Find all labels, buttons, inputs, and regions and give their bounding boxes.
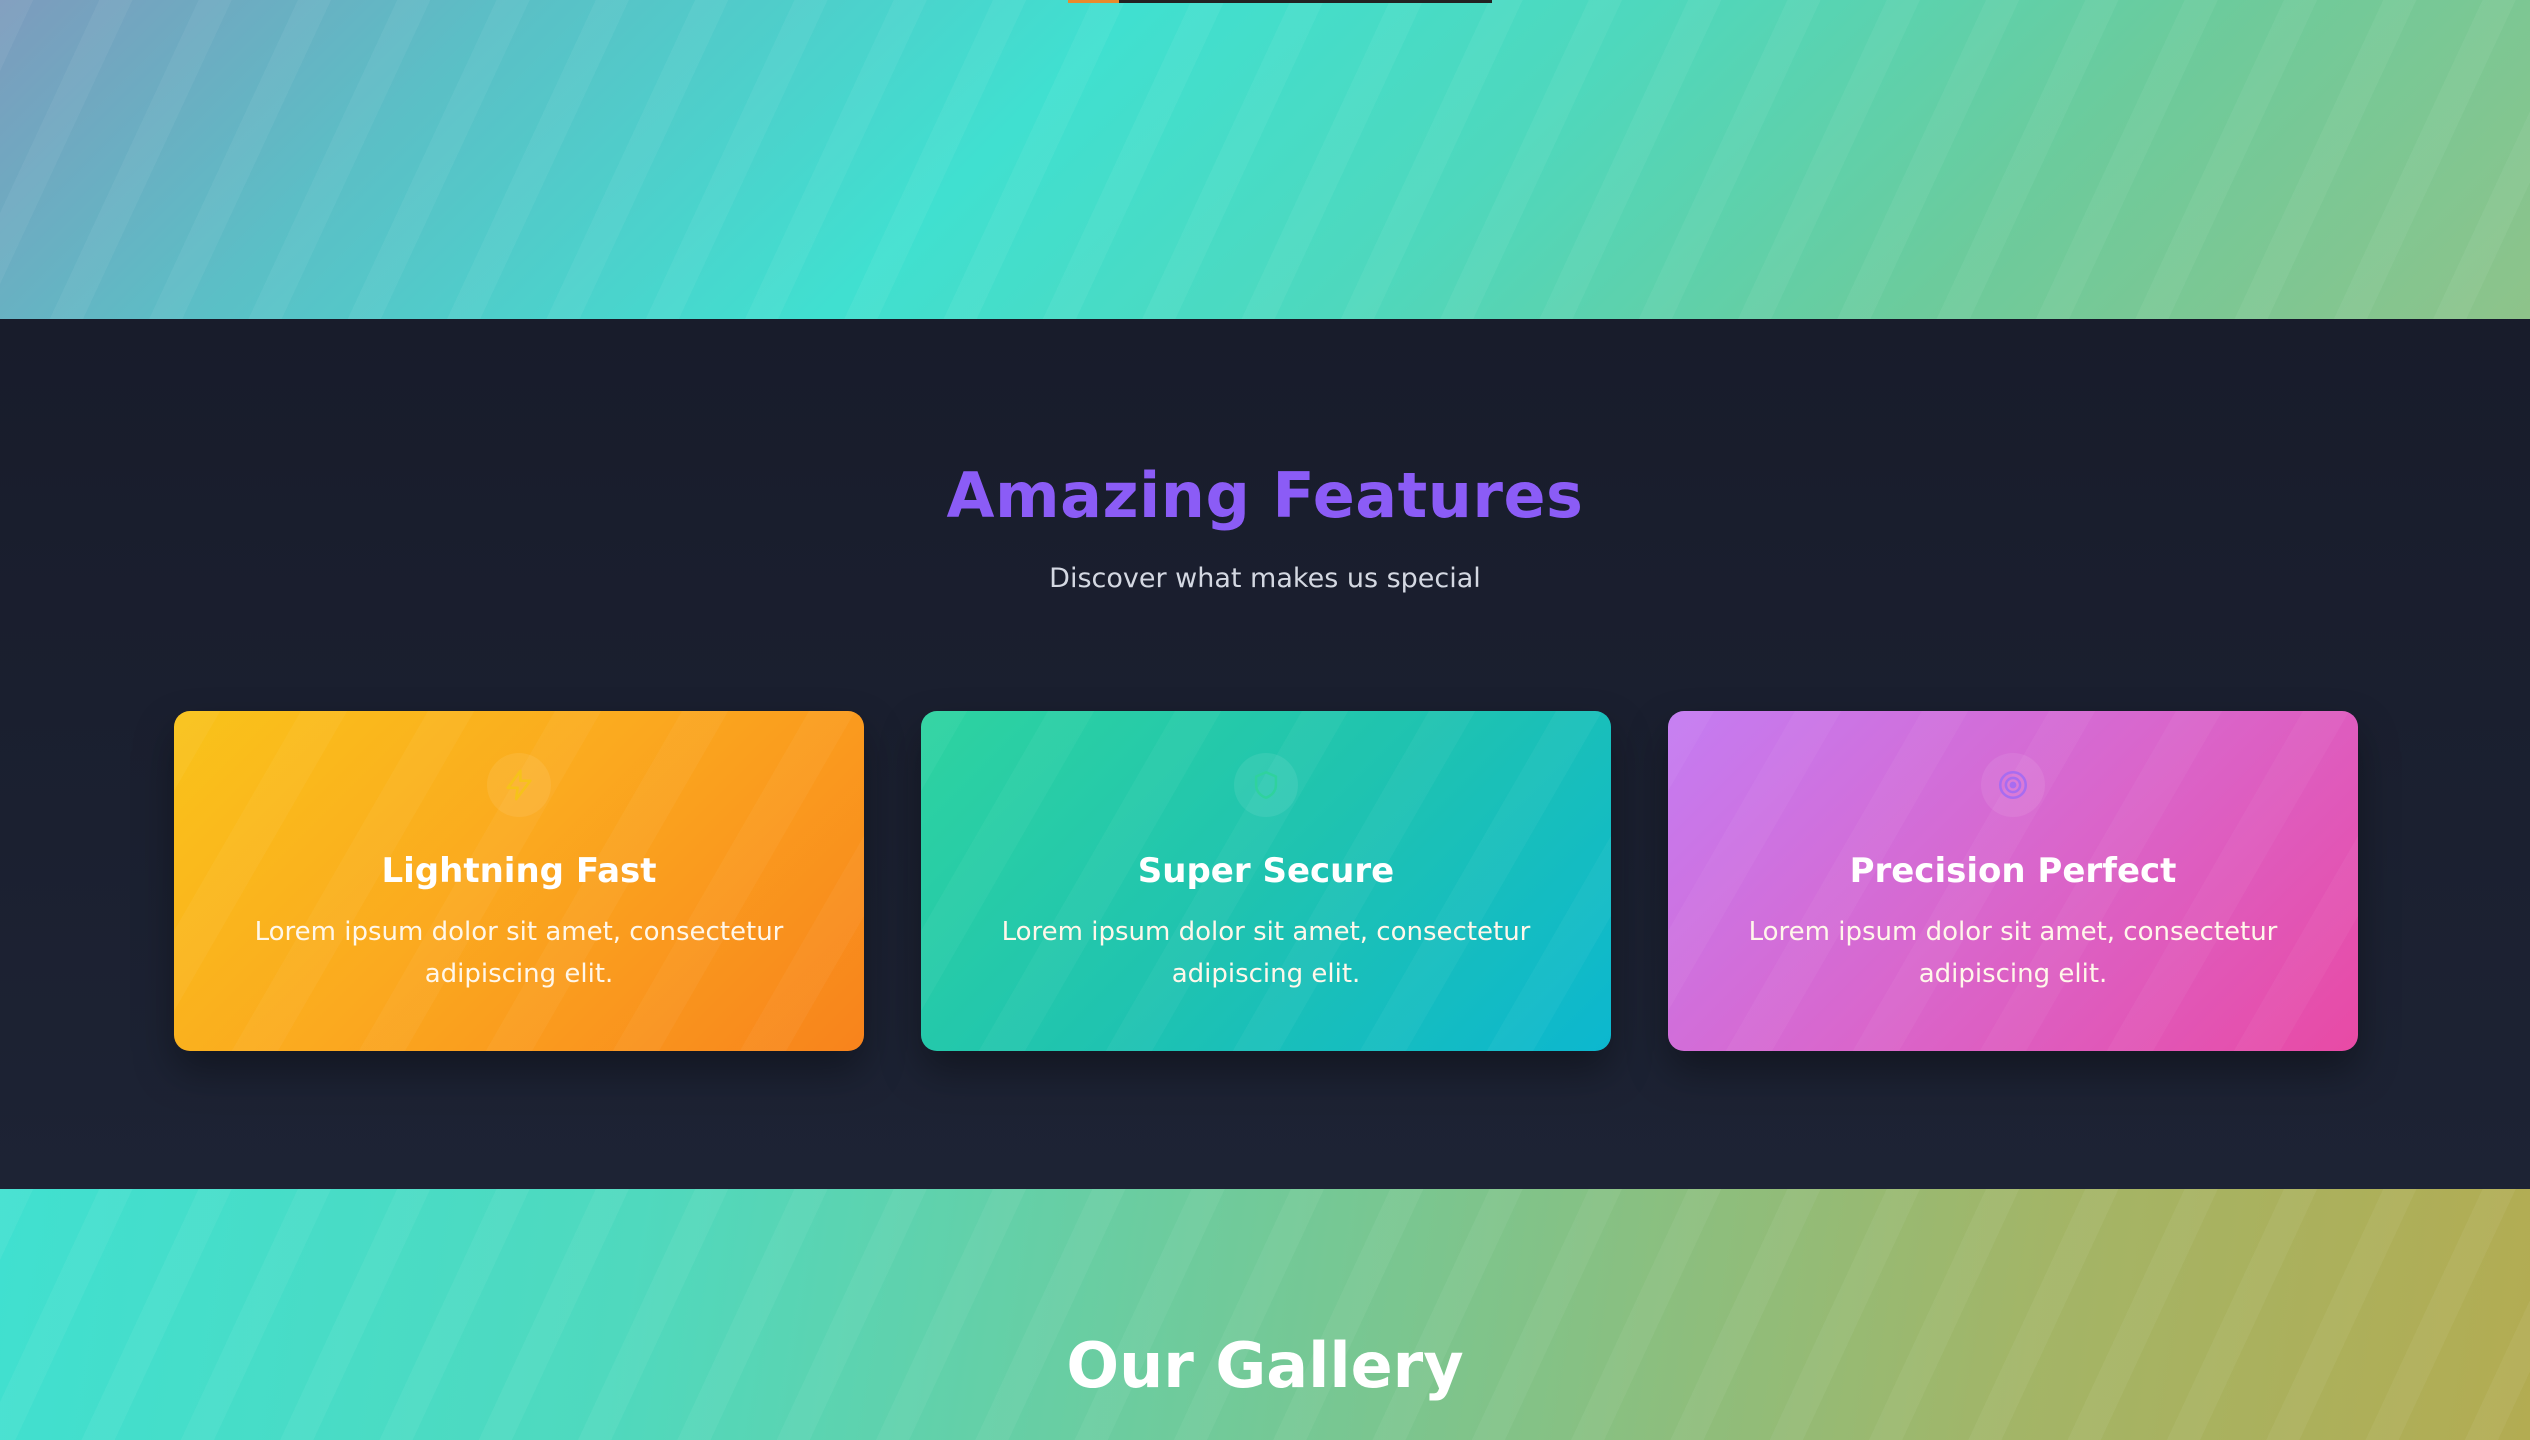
hero-section <box>0 0 2530 319</box>
features-title: Amazing Features <box>946 459 1584 532</box>
shield-icon <box>1234 753 1298 817</box>
feature-card-title: Precision Perfect <box>1849 851 2177 891</box>
hero-progress-fill <box>1068 0 1119 3</box>
features-section: Amazing Features Discover what makes us … <box>0 319 2530 1189</box>
feature-card-text: Lorem ipsum dolor sit amet, consectetur … <box>1001 917 1531 989</box>
feature-card-text: Lorem ipsum dolor sit amet, consectetur … <box>254 917 784 989</box>
lightning-icon <box>487 753 551 817</box>
feature-card-title: Super Secure <box>1137 851 1395 891</box>
gallery-section: Our Gallery <box>0 1189 2530 1440</box>
features-subtitle: Discover what makes us special <box>1049 563 1481 594</box>
hero-progress-bar <box>1068 0 1492 3</box>
feature-card-text: Lorem ipsum dolor sit amet, consectetur … <box>1748 917 2278 989</box>
hero-background-pattern <box>0 0 2530 319</box>
gallery-background-pattern <box>0 1189 2530 1440</box>
feature-card-precision-perfect[interactable]: Precision Perfect Lorem ipsum dolor sit … <box>1668 711 2358 1051</box>
gallery-title: Our Gallery <box>1066 1329 1464 1402</box>
target-icon <box>1981 753 2045 817</box>
feature-card-lightning-fast[interactable]: Lightning Fast Lorem ipsum dolor sit ame… <box>174 711 864 1051</box>
feature-card-super-secure[interactable]: Super Secure Lorem ipsum dolor sit amet,… <box>921 711 1611 1051</box>
feature-card-title: Lightning Fast <box>381 851 657 891</box>
